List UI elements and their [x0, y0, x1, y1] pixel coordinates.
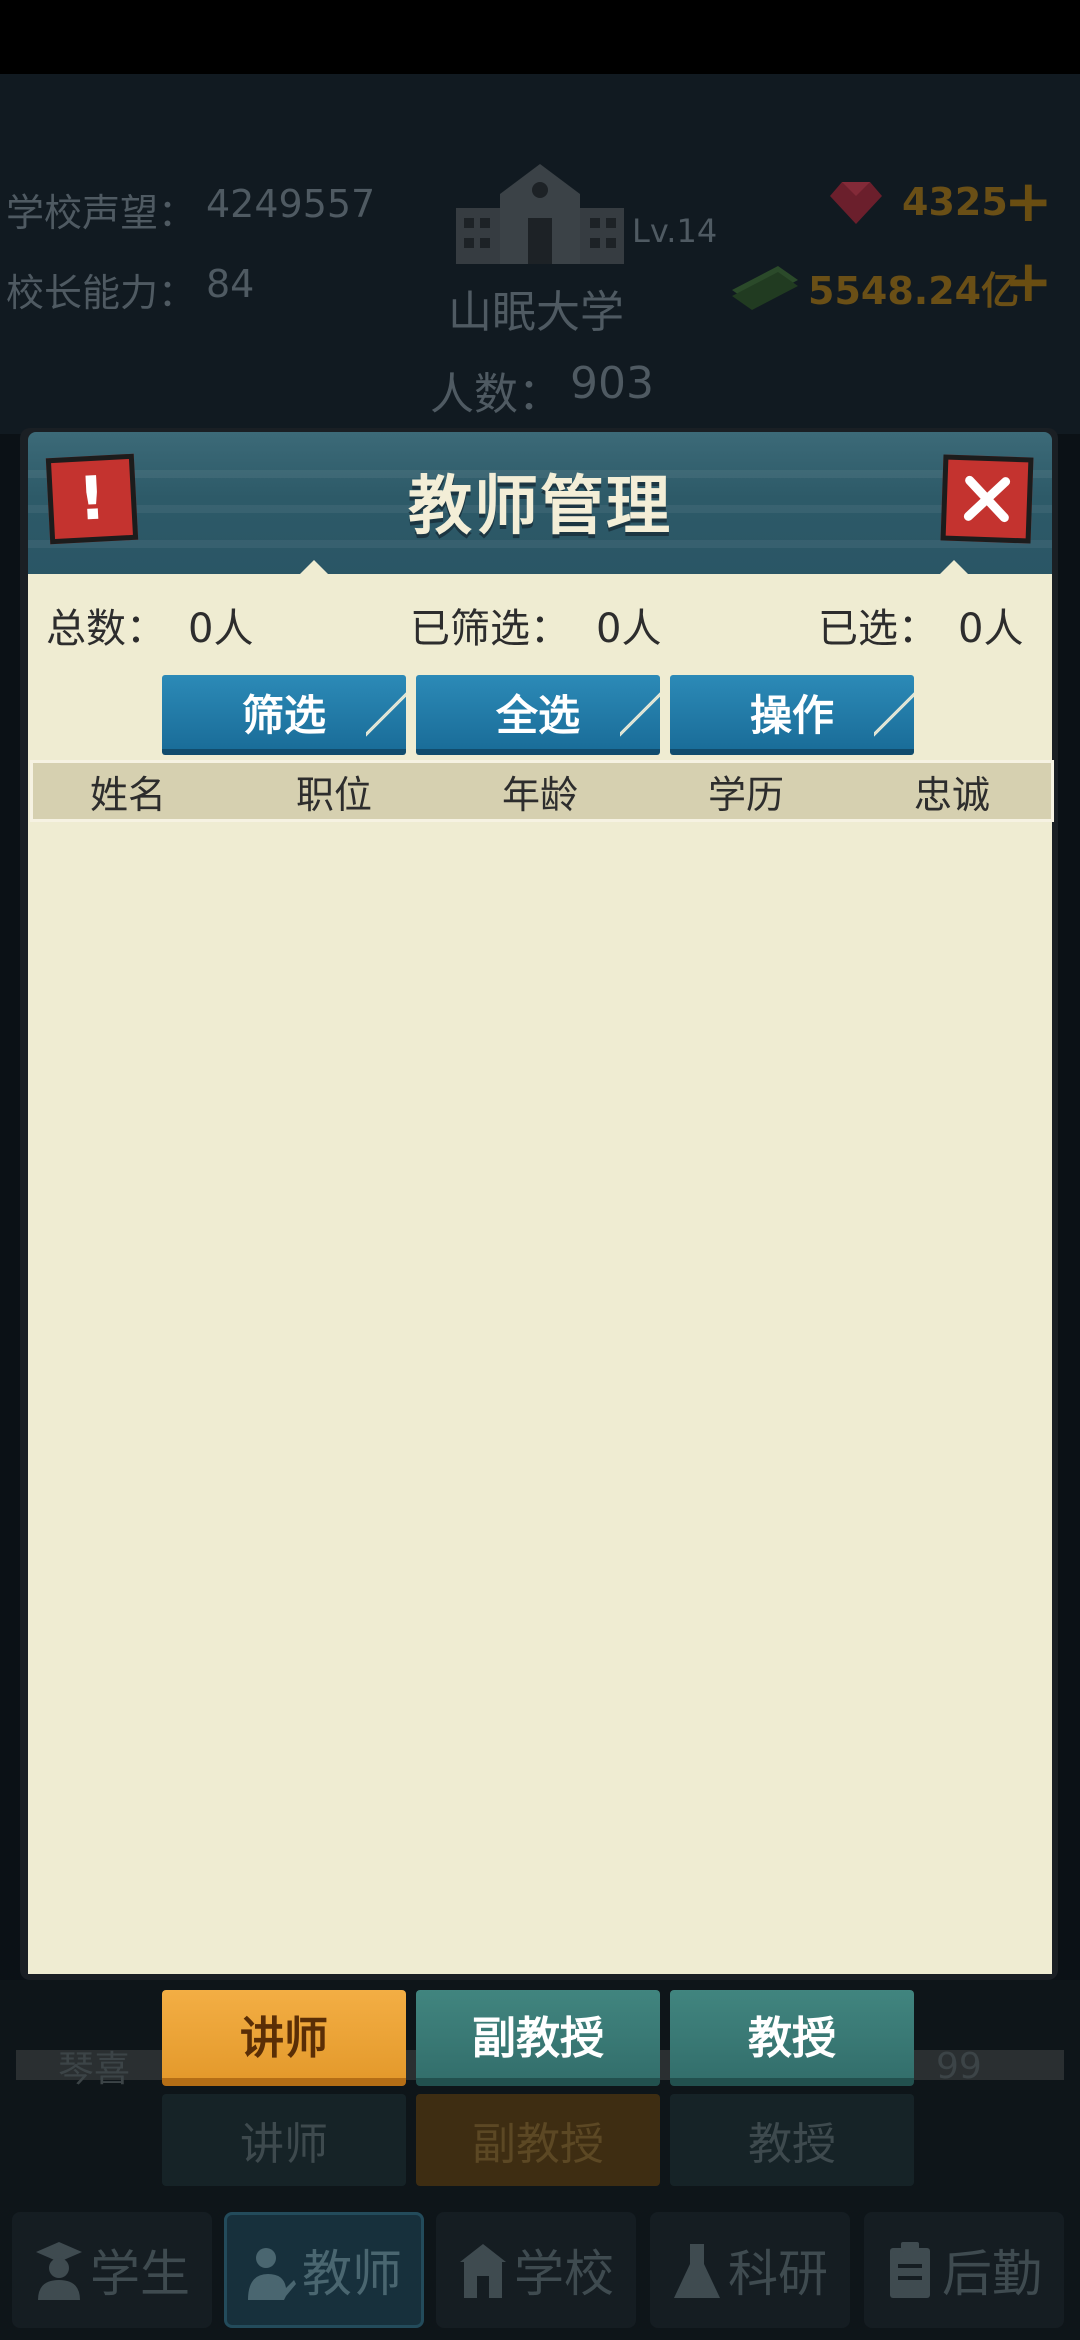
column-header-age[interactable]: 年龄: [460, 764, 620, 819]
alert-button[interactable]: !: [45, 453, 139, 545]
gem-count: 4325: [902, 180, 1008, 224]
exclamation-icon: !: [76, 463, 108, 535]
flask-icon: [672, 2240, 722, 2300]
rank-tab-professor-label: 教授: [748, 2013, 836, 2064]
nav-research[interactable]: 科研: [650, 2212, 850, 2328]
rank-tab-professor-bg: 教授: [670, 2094, 914, 2186]
select-all-button-label: 全选: [495, 690, 580, 740]
rank-tab-associate-professor[interactable]: 副教授: [416, 1990, 660, 2086]
filtered-count-value: 0人: [596, 606, 662, 652]
rank-tab-professor-bg-label: 教授: [748, 2119, 836, 2170]
student-icon: [34, 2240, 84, 2300]
nav-students-label: 学生: [90, 2245, 190, 2303]
reputation-value: 4249557: [206, 182, 376, 226]
column-header-position[interactable]: 职位: [254, 764, 414, 819]
nav-logistics-label: 后勤: [942, 2245, 1042, 2303]
rank-tab-associate-professor-bg: 副教授: [416, 2094, 660, 2186]
nav-logistics[interactable]: 后勤: [864, 2212, 1064, 2328]
add-gems-button[interactable]: +: [1004, 172, 1053, 230]
population-value: 903: [570, 358, 654, 409]
notch-decoration: [296, 560, 332, 578]
money-icon: [728, 260, 800, 310]
actions-button-label: 操作: [749, 690, 834, 740]
teacher-list[interactable]: [30, 822, 1054, 1972]
nav-teachers-label: 教师: [302, 2245, 402, 2303]
rank-tab-professor[interactable]: 教授: [670, 1990, 914, 2086]
nav-students[interactable]: 学生: [12, 2212, 212, 2328]
ability-label: 校长能力：: [6, 271, 197, 315]
school-icon: [458, 2240, 508, 2300]
gem-icon: [828, 178, 884, 226]
population-label: 人数：: [430, 369, 562, 420]
filtered-count-label: 已筛选：: [410, 606, 570, 652]
column-header-loyalty[interactable]: 忠诚: [872, 764, 1032, 819]
rank-tab-associate-professor-bg-label: 副教授: [472, 2119, 604, 2170]
close-icon: [963, 475, 1011, 523]
ability-value: 84: [206, 262, 255, 306]
total-count-value: 0人: [188, 606, 254, 652]
notch-decoration: [936, 560, 972, 578]
rank-tab-associate-professor-label: 副教授: [472, 2013, 604, 2064]
nav-school[interactable]: 学校: [436, 2212, 636, 2328]
background-row-value: 99: [936, 2046, 982, 2087]
clipboard-icon: [886, 2240, 936, 2300]
background-row-name: 琴喜: [58, 2049, 131, 2090]
filter-button-label: 筛选: [241, 690, 326, 740]
rank-tab-lecturer-bg: 讲师: [162, 2094, 406, 2186]
status-bar: [0, 0, 1080, 74]
rank-tab-lecturer-label: 讲师: [240, 2013, 328, 2064]
rank-tab-lecturer-bg-label: 讲师: [240, 2119, 328, 2170]
money-amount: 5548.24亿: [808, 269, 1020, 313]
selected-count-label: 已选：: [818, 606, 938, 652]
total-count-label: 总数：: [46, 606, 166, 652]
teacher-icon: [246, 2240, 296, 2300]
reputation-label: 学校声望：: [6, 191, 197, 235]
selected-count-value: 0人: [958, 606, 1024, 652]
nav-teachers[interactable]: 教师: [224, 2212, 424, 2328]
school-building-icon: [450, 160, 630, 270]
close-button[interactable]: [940, 454, 1034, 544]
modal-title: 教师管理: [408, 470, 672, 544]
filter-button[interactable]: 筛选: [162, 675, 406, 755]
add-money-button[interactable]: +: [1004, 252, 1053, 310]
column-header-name[interactable]: 姓名: [48, 764, 208, 819]
school-name: 山眠大学: [448, 287, 624, 338]
school-level: Lv.14: [632, 212, 718, 250]
rank-tab-lecturer[interactable]: 讲师: [162, 1990, 406, 2086]
actions-button[interactable]: 操作: [670, 675, 914, 755]
column-header-education[interactable]: 学历: [666, 764, 826, 819]
nav-school-label: 学校: [514, 2245, 614, 2303]
select-all-button[interactable]: 全选: [416, 675, 660, 755]
nav-research-label: 科研: [728, 2245, 828, 2303]
